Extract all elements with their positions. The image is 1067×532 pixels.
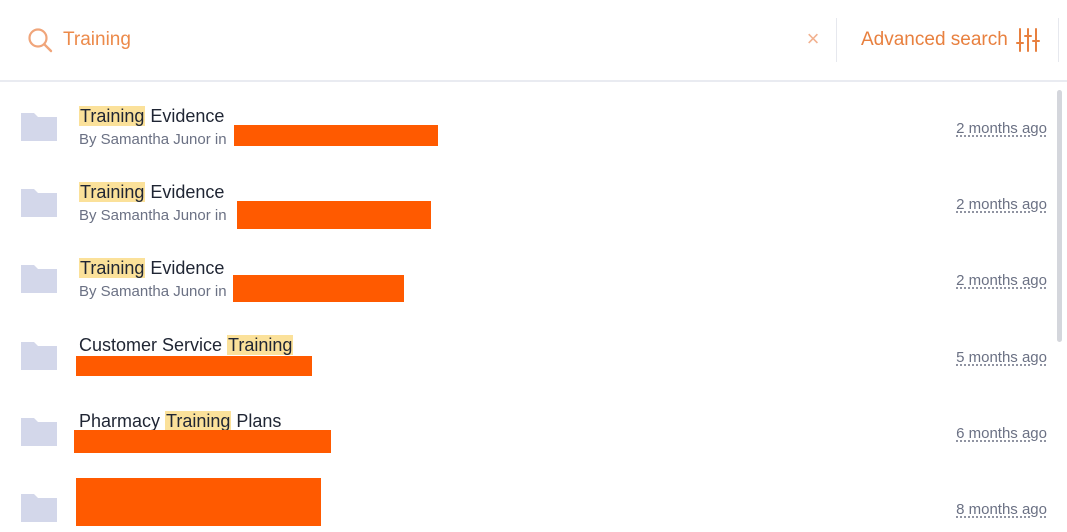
folder-icon	[21, 418, 57, 446]
title-text: Plans	[231, 411, 282, 431]
result-row[interactable]: Customer Service Training 5 months ago	[0, 317, 1052, 393]
result-in-label: in	[214, 131, 227, 148]
result-meta: By Samantha Junor in	[79, 206, 227, 226]
result-row[interactable]: 8 months ago	[0, 469, 1052, 532]
result-author: By Samantha Junor	[79, 131, 211, 148]
result-timestamp[interactable]: 8 months ago	[956, 501, 1047, 518]
result-row[interactable]: Training Evidence By Samantha Junor in 2…	[0, 164, 1052, 240]
clear-search-button[interactable]: ×	[802, 26, 824, 52]
redacted-location	[233, 275, 404, 302]
folder-icon	[21, 265, 57, 293]
title-text: Evidence	[145, 182, 225, 202]
redacted-location	[234, 125, 438, 146]
result-author: By Samantha Junor	[79, 283, 211, 300]
result-title[interactable]: Customer Service Training	[79, 333, 294, 357]
advanced-search-label: Advanced search	[861, 29, 1008, 50]
result-in-label: in	[214, 207, 227, 224]
redacted-title	[76, 478, 321, 526]
result-meta: By Samantha Junor in	[79, 130, 227, 150]
search-highlight: Training	[165, 411, 232, 431]
title-text: Pharmacy	[79, 411, 166, 431]
search-results-list: Training Evidence By Samantha Junor in 2…	[0, 84, 1067, 532]
redacted-meta	[74, 430, 331, 453]
close-icon: ×	[806, 26, 820, 51]
search-highlight: Training	[227, 335, 294, 355]
result-title[interactable]: Training Evidence	[79, 180, 224, 204]
redacted-meta	[76, 356, 312, 376]
search-highlight: Training	[79, 106, 146, 126]
folder-icon	[21, 113, 57, 141]
result-timestamp[interactable]: 2 months ago	[956, 120, 1047, 137]
folder-icon	[21, 494, 57, 522]
result-timestamp[interactable]: 6 months ago	[956, 425, 1047, 442]
result-row[interactable]: Training Evidence By Samantha Junor in 2…	[0, 240, 1052, 316]
result-author: By Samantha Junor	[79, 207, 211, 224]
title-text: Evidence	[145, 106, 225, 126]
search-input[interactable]	[63, 24, 783, 56]
search-bar: × Advanced search	[0, 0, 1067, 82]
result-meta: By Samantha Junor in	[79, 282, 227, 302]
result-title[interactable]: Training Evidence	[79, 104, 224, 128]
result-timestamp[interactable]: 5 months ago	[956, 349, 1047, 366]
title-text: Evidence	[145, 258, 225, 278]
folder-icon	[21, 189, 57, 217]
result-row[interactable]: Pharmacy Training Plans 6 months ago	[0, 393, 1052, 469]
result-timestamp[interactable]: 2 months ago	[956, 196, 1047, 213]
search-highlight: Training	[79, 182, 146, 202]
folder-icon	[21, 342, 57, 370]
search-highlight: Training	[79, 258, 146, 278]
sliders-icon	[1015, 28, 1040, 52]
divider	[836, 18, 837, 62]
search-icon[interactable]	[27, 27, 53, 53]
result-title[interactable]: Training Evidence	[79, 256, 224, 280]
result-timestamp[interactable]: 2 months ago	[956, 272, 1047, 289]
redacted-location	[237, 201, 431, 229]
result-in-label: in	[214, 283, 227, 300]
result-row[interactable]: Training Evidence By Samantha Junor in 2…	[0, 88, 1052, 164]
title-text: Customer Service	[79, 335, 228, 355]
divider	[1058, 18, 1059, 62]
advanced-search-button[interactable]: Advanced search	[861, 22, 1040, 58]
scrollbar[interactable]	[1057, 90, 1062, 342]
